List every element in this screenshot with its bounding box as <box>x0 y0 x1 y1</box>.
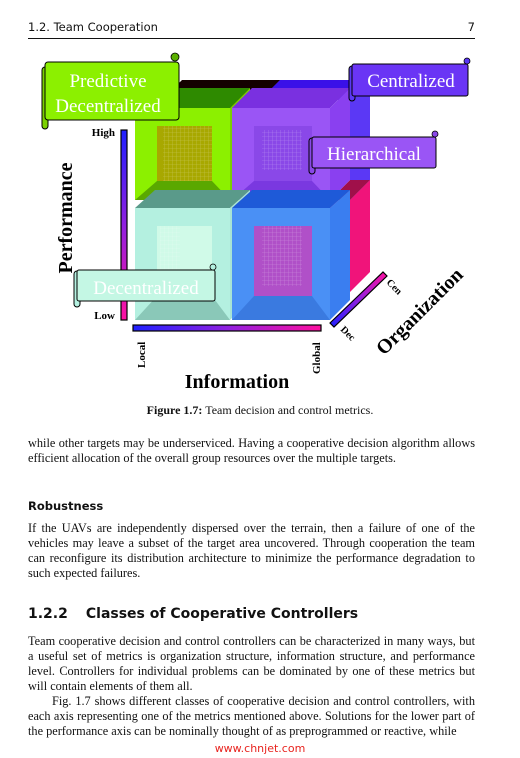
paragraph-classes: Team cooperative decision and control co… <box>28 634 475 693</box>
figure-caption: Figure 1.7: Team decision and control me… <box>0 403 520 418</box>
information-axis-bar <box>132 324 322 332</box>
robustness-heading: Robustness <box>28 499 104 513</box>
paragraph-1: while other targets may be underserviced… <box>28 436 475 465</box>
callout-hierarchical-text: Hierarchical <box>327 144 421 165</box>
section-title-header: 1.2. Team Cooperation <box>28 20 158 34</box>
watermark: www.chnjet.com <box>214 742 306 755</box>
running-header: 1.2. Team Cooperation 7 <box>28 18 475 39</box>
page-number: 7 <box>467 20 475 34</box>
performance-axis-label: Performance <box>55 162 77 273</box>
metrics-cube-diagram: High Low Performance Local Global Inform… <box>41 52 471 393</box>
callout-centralized: Centralized <box>348 57 471 102</box>
section-number: 1.2.2 <box>28 606 68 622</box>
callout-decentralized-text: Decentralized <box>93 278 199 299</box>
performance-high-label: High <box>92 127 115 139</box>
callout-decentralized: Decentralized <box>73 263 217 308</box>
information-global-label: Global <box>311 342 323 374</box>
callout-predictive-line2: Decentralized <box>55 96 161 117</box>
callout-hierarchical: Hierarchical <box>308 130 439 175</box>
organization-dec-label: Dec <box>338 324 358 344</box>
organization-cen-label: Cen <box>384 277 404 297</box>
information-local-label: Local <box>136 342 148 368</box>
paragraph-robustness: If the UAVs are independently dispersed … <box>28 521 475 580</box>
caption-text: Team decision and control metrics. <box>202 403 374 417</box>
callout-predictive-line1: Predictive <box>69 71 146 92</box>
information-axis-label: Information <box>185 371 289 388</box>
figure-1-7: High Low Performance Local Global Inform… <box>0 48 520 393</box>
performance-low-label: Low <box>94 310 115 322</box>
section-title: Classes of Cooperative Controllers <box>85 606 359 622</box>
callout-predictive-decentralized: Predictive Decentralized <box>41 52 180 130</box>
cube-blue <box>232 190 350 320</box>
caption-label: Figure 1.7: <box>146 403 203 417</box>
section-heading: 1.2.2 Classes of Cooperative Controllers <box>28 606 358 622</box>
callout-centralized-text: Centralized <box>367 71 455 92</box>
organization-axis-label: Organization <box>372 264 468 360</box>
paragraph-fig-description: Fig. 1.7 shows different classes of coop… <box>28 694 475 738</box>
